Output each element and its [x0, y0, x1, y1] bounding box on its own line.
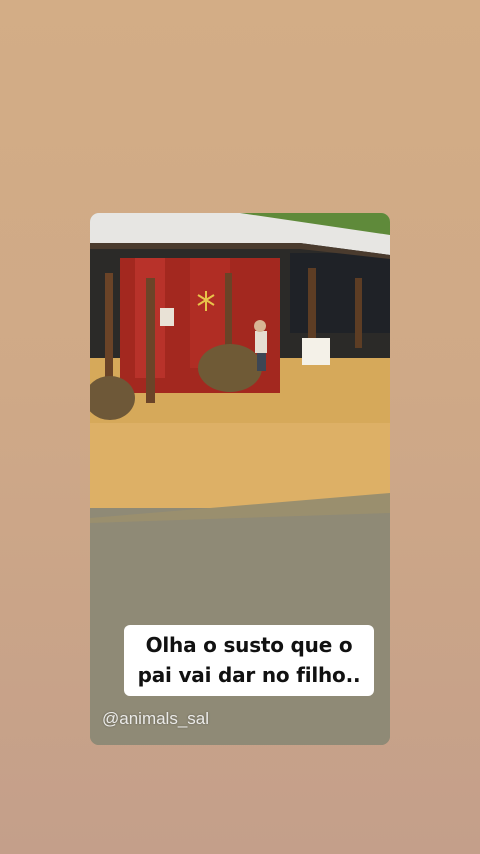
story-media-card[interactable]: Olha o susto que o pai vai dar no filho.… [90, 213, 390, 745]
story-caption: Olha o susto que o pai vai dar no filho.… [124, 625, 374, 696]
username-watermark: @animals_sal [102, 709, 210, 728]
